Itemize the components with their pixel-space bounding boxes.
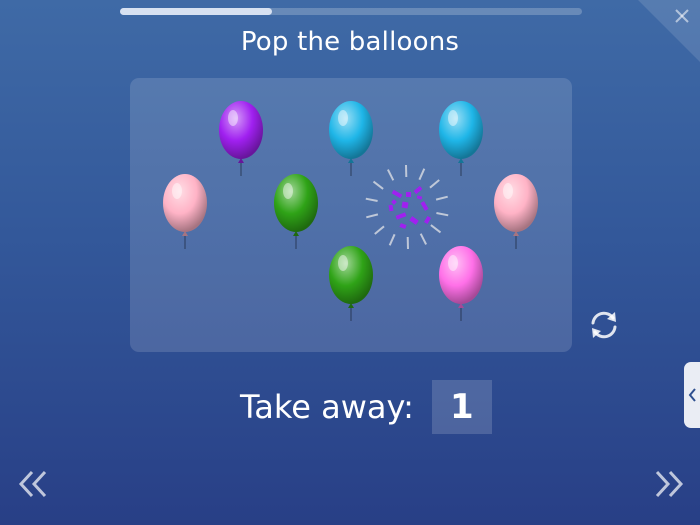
balloon[interactable] [273, 173, 319, 251]
double-chevron-left-icon [18, 470, 47, 498]
answer-value: 1 [450, 387, 474, 427]
chevron-left-icon [688, 388, 696, 402]
next-button[interactable] [648, 464, 688, 504]
side-panel-toggle[interactable] [684, 362, 700, 428]
reset-button[interactable] [586, 307, 622, 343]
balloon[interactable] [162, 173, 208, 251]
take-away-label: Take away: [240, 388, 414, 426]
take-away-prompt: Take away: 1 [240, 380, 492, 434]
double-chevron-right-icon [655, 470, 684, 498]
progress-bar [120, 8, 582, 15]
previous-button[interactable] [14, 464, 54, 504]
answer-box: 1 [431, 380, 492, 434]
balloon[interactable] [438, 245, 484, 323]
popped-balloon [362, 162, 452, 252]
refresh-icon [591, 311, 617, 339]
balloon[interactable] [328, 245, 374, 323]
balloon[interactable] [493, 173, 539, 251]
page-title: Pop the balloons [240, 27, 460, 57]
play-area [130, 78, 572, 352]
progress-bar-fill [120, 8, 273, 15]
balloon[interactable] [218, 100, 264, 178]
